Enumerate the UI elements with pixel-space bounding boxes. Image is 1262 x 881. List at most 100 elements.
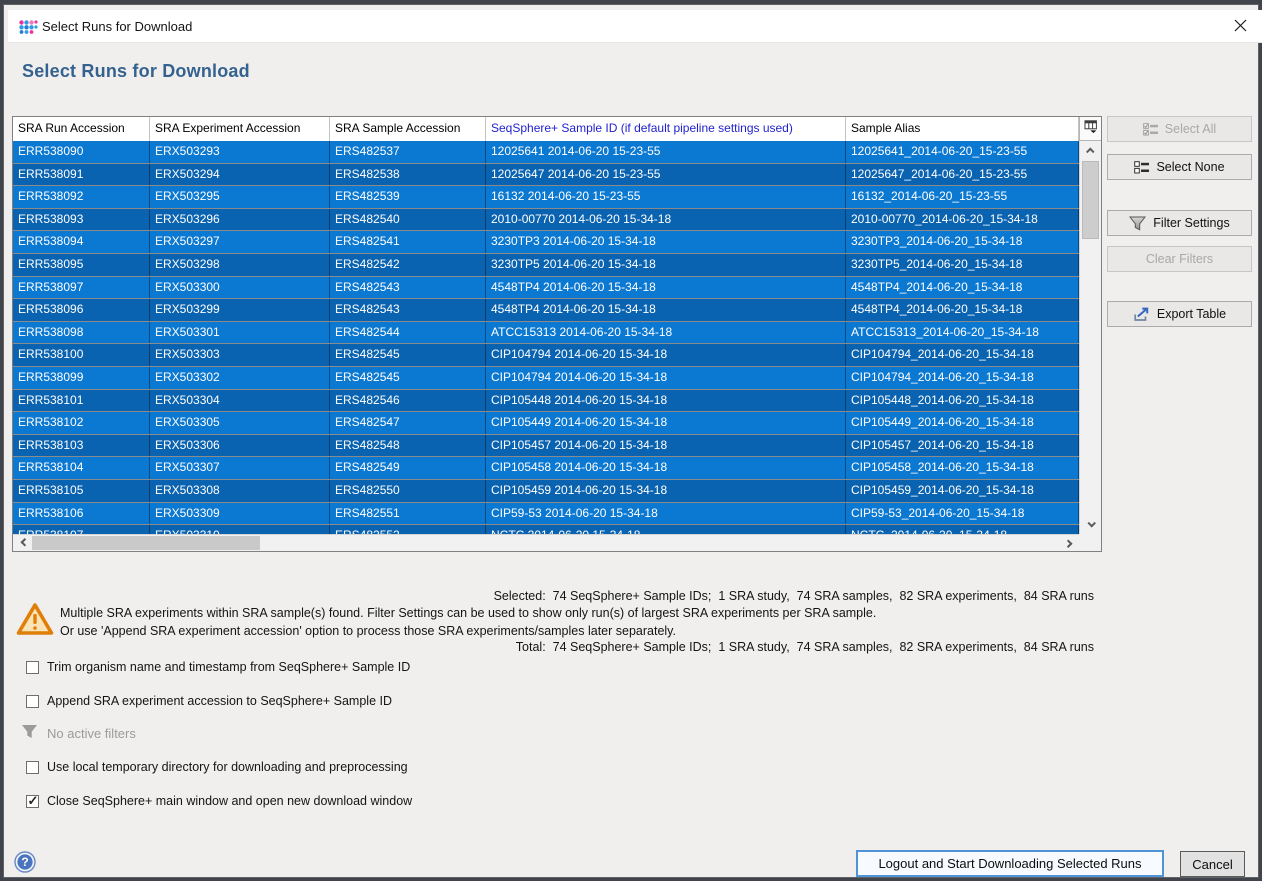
close-icon: [1234, 19, 1247, 35]
table-cell: 12025647 2014-06-20 15-23-55: [486, 164, 846, 186]
table-cell: ATCC15313_2014-06-20_15-34-18: [846, 322, 1079, 344]
status-total: Total: 74 SeqSphere+ Sample IDs; 1 SRA s…: [494, 639, 1094, 656]
table-cell: ERX503305: [150, 412, 330, 434]
select-all-button[interactable]: Select All: [1107, 116, 1252, 142]
table-cell: ERS482546: [330, 390, 486, 412]
scroll-left-icon[interactable]: [15, 535, 32, 551]
select-none-button[interactable]: Select None: [1107, 154, 1252, 180]
table-cell: ERR538107: [13, 525, 150, 534]
table-row[interactable]: ERR538107ERX503310ERS482552NCTC 2014-06-…: [13, 525, 1079, 534]
table-row[interactable]: ERR538098ERX503301ERS482544ATCC15313 201…: [13, 322, 1079, 345]
append-accession-checkbox[interactable]: [26, 695, 39, 708]
table-cell: ATCC15313 2014-06-20 15-34-18: [486, 322, 846, 344]
table-cell: ERS482544: [330, 322, 486, 344]
table-cell: ERR538099: [13, 367, 150, 389]
table-cell: 4548TP4_2014-06-20_15-34-18: [846, 277, 1079, 299]
horizontal-scrollbar-thumb[interactable]: [32, 536, 260, 550]
local-temp-dir-checkbox[interactable]: [26, 761, 39, 774]
table-cell: ERR538097: [13, 277, 150, 299]
table-row[interactable]: ERR538099ERX503302ERS482545CIP104794 201…: [13, 367, 1079, 390]
app-icon: [19, 20, 38, 39]
option-close-main-window[interactable]: Close SeqSphere+ main window and open ne…: [26, 794, 412, 808]
table-cell: NCTC 2014-06-20 15-34-18: [486, 525, 846, 534]
table-header: SRA Run AccessionSRA Experiment Accessio…: [13, 117, 1079, 141]
table-cell: ERS482547: [330, 412, 486, 434]
table-cell: CIP105448 2014-06-20 15-34-18: [486, 390, 846, 412]
scroll-right-icon[interactable]: [1060, 535, 1077, 551]
table-row[interactable]: ERR538104ERX503307ERS482549CIP105458 201…: [13, 457, 1079, 480]
table-cell: ERX503304: [150, 390, 330, 412]
table-cell: ERS482541: [330, 231, 486, 253]
export-table-button[interactable]: Export Table: [1107, 301, 1252, 327]
table-cell: ERX503296: [150, 209, 330, 231]
table-cell: 4548TP4 2014-06-20 15-34-18: [486, 277, 846, 299]
column-header[interactable]: SRA Experiment Accession: [150, 117, 330, 141]
table-row[interactable]: ERR538092ERX503295ERS48253916132 2014-06…: [13, 186, 1079, 209]
table-row[interactable]: ERR538105ERX503308ERS482550CIP105459 201…: [13, 480, 1079, 503]
table-row[interactable]: ERR538097ERX503300ERS4825434548TP4 2014-…: [13, 277, 1079, 300]
table-cell: ERX503303: [150, 344, 330, 366]
table-cell: ERS482538: [330, 164, 486, 186]
table-cell: ERX503298: [150, 254, 330, 276]
trim-sample-id-checkbox[interactable]: [26, 661, 39, 674]
column-header[interactable]: SRA Sample Accession: [330, 117, 486, 141]
vertical-scrollbar[interactable]: [1079, 141, 1101, 534]
table-cell: ERR538093: [13, 209, 150, 231]
option-trim-sample-id[interactable]: Trim organism name and timestamp from Se…: [26, 660, 410, 674]
logout-and-download-button[interactable]: Logout and Start Downloading Selected Ru…: [856, 850, 1164, 877]
table-row[interactable]: ERR538101ERX503304ERS482546CIP105448 201…: [13, 390, 1079, 413]
table-cell: CIP105449 2014-06-20 15-34-18: [486, 412, 846, 434]
column-config-button[interactable]: [1079, 117, 1101, 141]
table-row[interactable]: ERR538094ERX503297ERS4825413230TP3 2014-…: [13, 231, 1079, 254]
export-icon: [1133, 307, 1150, 322]
column-header[interactable]: Sample Alias: [846, 117, 1079, 141]
option-append-accession[interactable]: Append SRA experiment accession to SeqSp…: [26, 694, 392, 708]
table-cell: CIP104794_2014-06-20_15-34-18: [846, 367, 1079, 389]
table-cell: ERR538098: [13, 322, 150, 344]
table-cell: 4548TP4 2014-06-20 15-34-18: [486, 299, 846, 321]
help-button[interactable]: ?: [14, 851, 36, 873]
filter-status-label: No active filters: [47, 726, 136, 741]
cancel-button[interactable]: Cancel: [1180, 851, 1245, 877]
warning-icon: [16, 602, 54, 641]
table-cell: ERS482543: [330, 299, 486, 321]
filter-settings-button[interactable]: Filter Settings: [1107, 210, 1252, 236]
table-cell: 12025641 2014-06-20 15-23-55: [486, 141, 846, 163]
table-row[interactable]: ERR538103ERX503306ERS482548CIP105457 201…: [13, 435, 1079, 458]
column-header[interactable]: SRA Run Accession: [13, 117, 150, 141]
table-row[interactable]: ERR538095ERX503298ERS4825423230TP5 2014-…: [13, 254, 1079, 277]
table-cell: ERX503308: [150, 480, 330, 502]
table-cell: ERX503294: [150, 164, 330, 186]
horizontal-scrollbar[interactable]: [13, 534, 1079, 551]
table-cell: 3230TP3 2014-06-20 15-34-18: [486, 231, 846, 253]
table-cell: CIP105458 2014-06-20 15-34-18: [486, 457, 846, 479]
table-row[interactable]: ERR538093ERX503296ERS4825402010-00770 20…: [13, 209, 1079, 232]
select-all-icon: [1143, 123, 1158, 136]
vertical-scrollbar-thumb[interactable]: [1082, 161, 1099, 239]
close-main-window-checkbox[interactable]: [26, 795, 39, 808]
table-cell: CIP59-53 2014-06-20 15-34-18: [486, 503, 846, 525]
table-cell: ERS482540: [330, 209, 486, 231]
table-cell: CIP105459 2014-06-20 15-34-18: [486, 480, 846, 502]
table-cell: 3230TP3_2014-06-20_15-34-18: [846, 231, 1079, 253]
table-row[interactable]: ERR538096ERX503299ERS4825434548TP4 2014-…: [13, 299, 1079, 322]
svg-text:?: ?: [21, 855, 28, 869]
close-button[interactable]: [1220, 10, 1260, 43]
warning-line-1: Multiple SRA experiments within SRA samp…: [60, 605, 876, 623]
clear-filters-button[interactable]: Clear Filters: [1107, 246, 1252, 272]
table-row[interactable]: ERR538091ERX503294ERS48253812025647 2014…: [13, 164, 1079, 187]
table-cell: ERR538102: [13, 412, 150, 434]
column-header[interactable]: SeqSphere+ Sample ID (if default pipelin…: [486, 117, 846, 141]
table-row[interactable]: ERR538100ERX503303ERS482545CIP104794 201…: [13, 344, 1079, 367]
filter-status: No active filters: [21, 724, 136, 742]
table-row[interactable]: ERR538090ERX503293ERS48253712025641 2014…: [13, 141, 1079, 164]
table-cell: ERR538090: [13, 141, 150, 163]
table-row[interactable]: ERR538106ERX503309ERS482551CIP59-53 2014…: [13, 503, 1079, 526]
table-cell: NCTC_2014-06-20_15-34-18: [846, 525, 1079, 534]
option-local-temp-dir[interactable]: Use local temporary directory for downlo…: [26, 760, 408, 774]
table-cell: ERX503297: [150, 231, 330, 253]
table-cell: ERR538100: [13, 344, 150, 366]
table-row[interactable]: ERR538102ERX503305ERS482547CIP105449 201…: [13, 412, 1079, 435]
scroll-down-icon[interactable]: [1080, 516, 1101, 532]
scroll-up-icon[interactable]: [1080, 143, 1101, 159]
